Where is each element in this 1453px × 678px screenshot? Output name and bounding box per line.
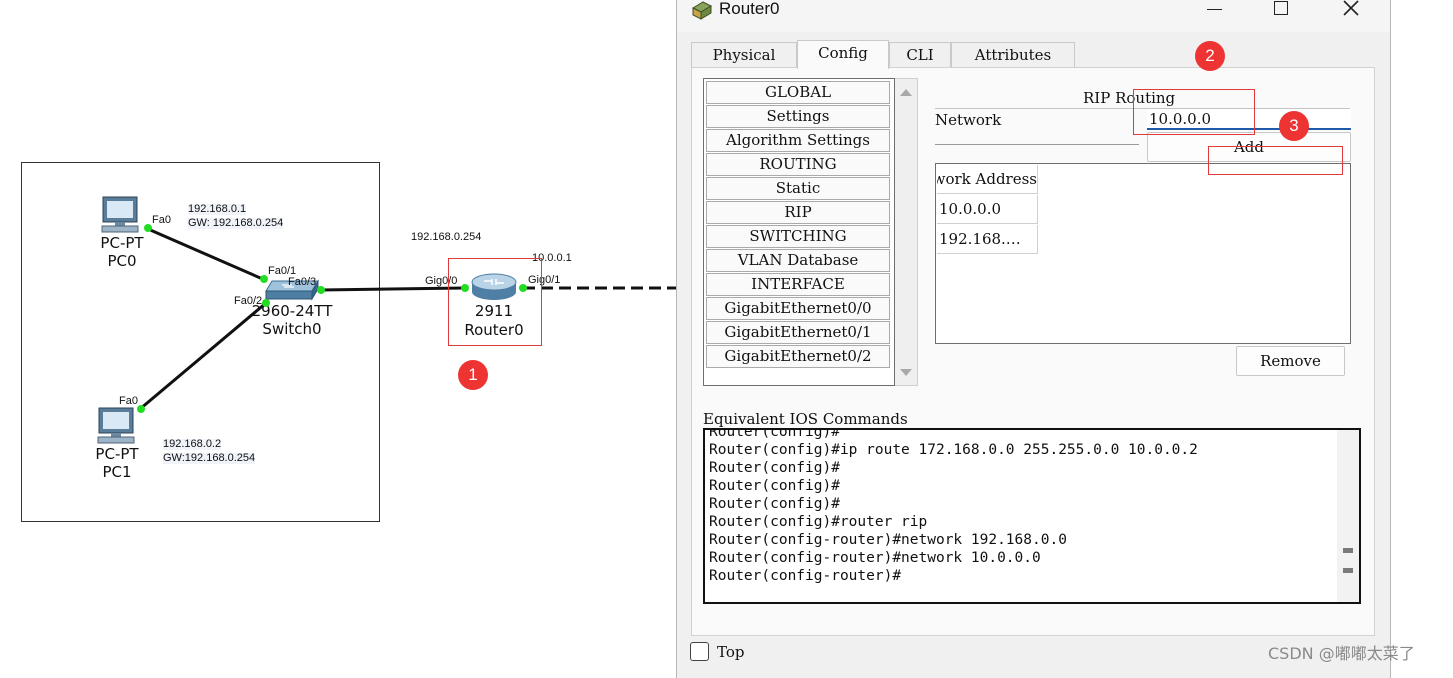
switch0-dot-fa01: [260, 275, 268, 283]
switch0-dot-fa03: [317, 286, 325, 294]
minimize-button[interactable]: [1185, 0, 1245, 22]
remove-button[interactable]: Remove: [1236, 346, 1345, 376]
pc0-name-label: PC0: [107, 252, 137, 270]
network-table: Network Address 10.0.0.0 192.168.…: [935, 163, 1351, 344]
title-bar[interactable]: Router0: [677, 0, 1390, 32]
pc-icon: [97, 407, 135, 444]
network-table-header: Network Address: [937, 165, 1038, 194]
router-highlight-box: [448, 258, 542, 346]
step-badge-3: 3: [1279, 111, 1309, 141]
router-config-window: Router0 Physical Config CLI Attributes G…: [676, 0, 1391, 678]
ios-scrollbar[interactable]: [1337, 430, 1359, 602]
ios-line: Router(config)#router rip: [709, 514, 928, 530]
link-pc0-switch: [147, 227, 266, 282]
window-title: Router0: [719, 0, 780, 18]
ios-commands-label: Equivalent IOS Commands: [703, 410, 908, 428]
nav-scrollbar[interactable]: [895, 78, 918, 386]
switch0-dot-fa02: [262, 299, 270, 307]
nav-interface[interactable]: INTERFACE: [706, 273, 890, 296]
ios-line: Router(config-router)#network 10.0.0.0: [709, 550, 1041, 566]
pc1-type-label: PC-PT: [95, 445, 139, 463]
pc0-device[interactable]: [100, 196, 140, 234]
config-nav-list: GLOBAL Settings Algorithm Settings ROUTI…: [703, 78, 895, 386]
minimize-icon: [1207, 9, 1222, 10]
app-icon: [691, 1, 713, 20]
ios-line: Router(config)#ip route 172.168.0.0 255.…: [709, 442, 1198, 458]
csdn-watermark: CSDN @嘟嘟太菜了: [1268, 644, 1415, 663]
nav-static[interactable]: Static: [706, 177, 890, 200]
tab-physical[interactable]: Physical: [691, 42, 797, 68]
scroll-down-icon: [900, 369, 912, 376]
pc1-ip-label: 192.168.0.2: [163, 438, 222, 450]
nav-gig00[interactable]: GigabitEthernet0/0: [706, 297, 890, 320]
close-icon: [1343, 0, 1359, 16]
pc1-link-dot: [137, 405, 145, 413]
network-divider: [935, 144, 1139, 145]
nav-algorithm-settings[interactable]: Algorithm Settings: [706, 129, 890, 152]
scroll-grip-icon: [1343, 568, 1353, 573]
nav-gig01[interactable]: GigabitEthernet0/1: [706, 321, 890, 344]
top-checkbox-label: Top: [717, 643, 745, 661]
nav-routing[interactable]: ROUTING: [706, 153, 890, 176]
router0-lan-ip-label: 192.168.0.254: [411, 231, 482, 243]
nav-global[interactable]: GLOBAL: [706, 81, 890, 104]
nav-gig02[interactable]: GigabitEthernet0/2: [706, 345, 890, 368]
pc0-type-label: PC-PT: [100, 234, 144, 252]
network-label: Network: [935, 111, 1002, 129]
link-switch-router: [320, 286, 466, 292]
tab-config[interactable]: Config: [797, 40, 889, 69]
nav-switching[interactable]: SWITCHING: [706, 225, 890, 248]
pc0-gw-label: GW: 192.168.0.254: [188, 217, 284, 229]
switch0-port-fa02: Fa0/2: [234, 295, 263, 307]
pc1-gw-label: GW:192.168.0.254: [163, 452, 256, 464]
top-checkbox[interactable]: [690, 642, 709, 661]
topology-canvas[interactable]: PC-PT PC0 192.168.0.1 GW: 192.168.0.254 …: [0, 0, 676, 673]
pc-icon: [101, 196, 139, 233]
ios-line: Router(config-router)#network 192.168.0.…: [709, 532, 1067, 548]
pc1-name-label: PC1: [102, 463, 132, 481]
network-input-highlight-box: [1133, 89, 1255, 135]
ios-line: Router(config)#: [709, 428, 840, 440]
pc0-port-label: Fa0: [152, 214, 171, 226]
pc0-ip-label: 192.168.0.1: [188, 203, 247, 215]
tab-cli[interactable]: CLI: [889, 42, 951, 68]
pc1-port-label: Fa0: [119, 395, 138, 407]
scroll-up-icon: [900, 89, 912, 96]
tab-attributes[interactable]: Attributes: [951, 42, 1075, 68]
close-button[interactable]: [1321, 0, 1381, 22]
table-row[interactable]: 192.168.…: [937, 225, 1038, 254]
ios-commands-console[interactable]: Router(config)# Router(config)#ip route …: [703, 428, 1361, 604]
switch0-name-label: Switch0: [262, 320, 322, 338]
nav-vlan-database[interactable]: VLAN Database: [706, 249, 890, 272]
ios-line: Router(config)#: [709, 496, 840, 512]
ios-line: Router(config)#: [709, 460, 840, 476]
nav-rip[interactable]: RIP: [706, 201, 890, 224]
step-badge-1: 1: [458, 360, 488, 390]
pc0-link-dot: [144, 224, 152, 232]
table-row[interactable]: 10.0.0.0: [937, 195, 1038, 224]
scroll-grip-icon: [1343, 548, 1353, 553]
add-button-highlight-box: [1208, 146, 1343, 175]
nav-settings[interactable]: Settings: [706, 105, 890, 128]
maximize-button[interactable]: [1251, 0, 1311, 22]
step-badge-2: 2: [1195, 41, 1225, 71]
switch0-port-fa03: Fa0/3: [288, 276, 317, 288]
pc1-device[interactable]: [96, 407, 136, 445]
ios-line: Router(config)#: [709, 478, 840, 494]
maximize-icon: [1274, 1, 1288, 15]
ios-line: Router(config-router)#: [709, 568, 902, 584]
